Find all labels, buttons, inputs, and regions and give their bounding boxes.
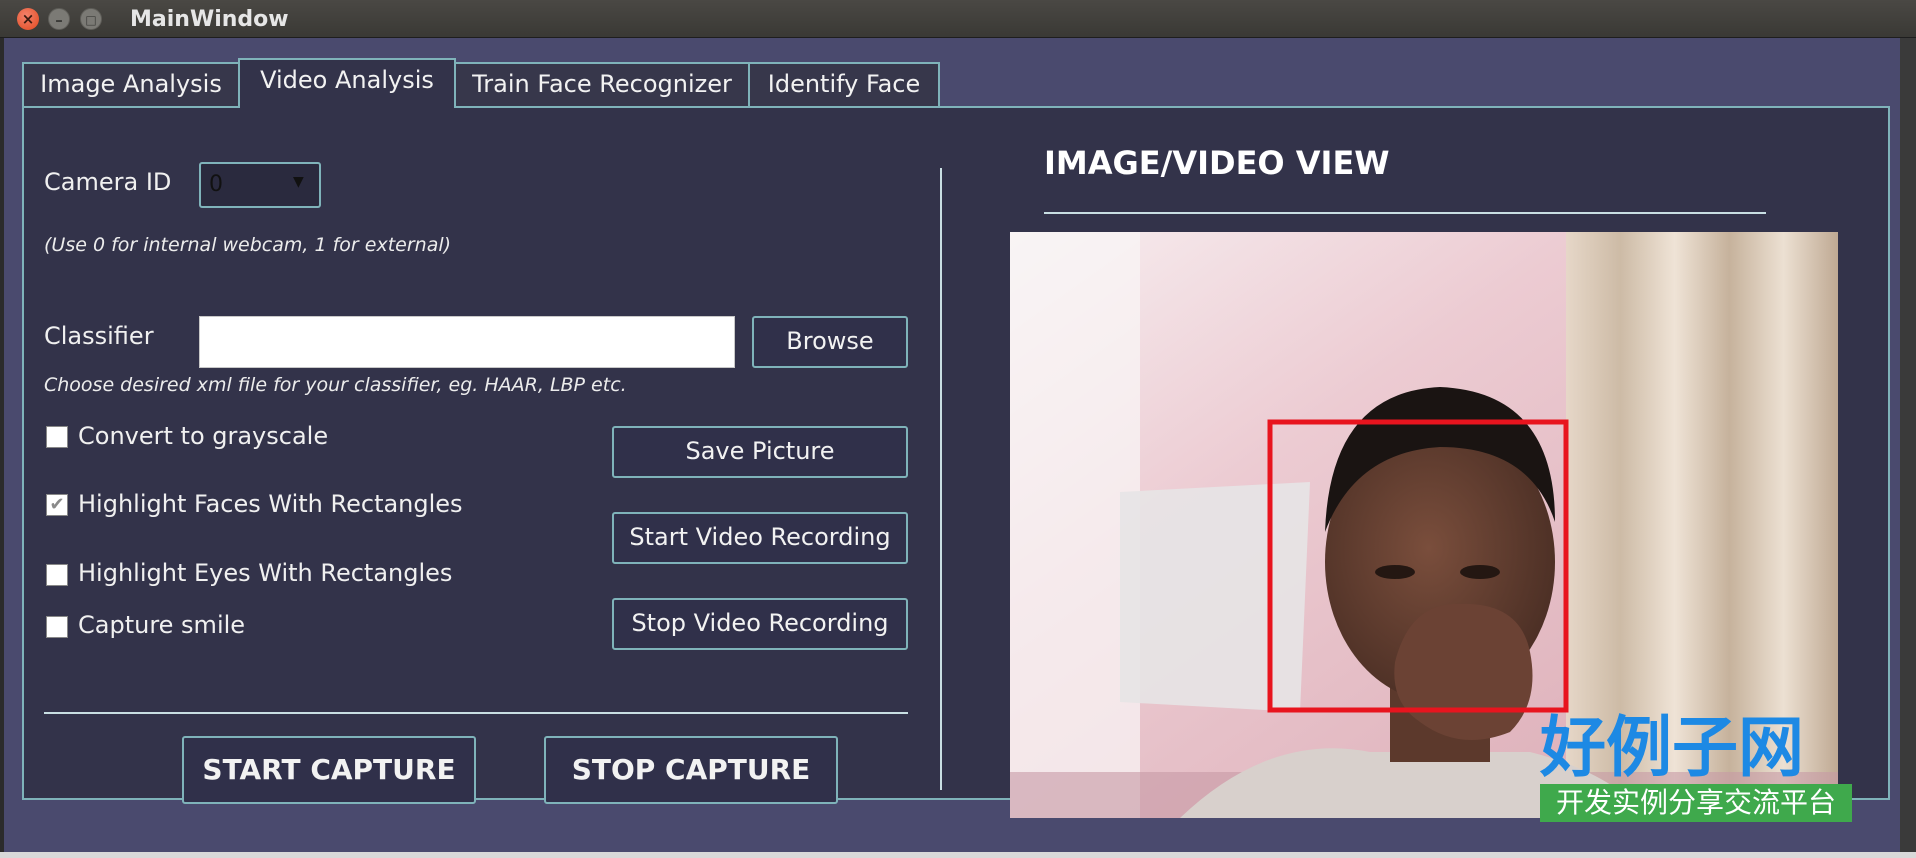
- title-bar: × – □ MainWindow: [0, 0, 1916, 38]
- stop-capture-button[interactable]: STOP CAPTURE: [544, 736, 838, 804]
- watermark-brand: 好例子网: [1540, 708, 1804, 786]
- close-icon[interactable]: ×: [17, 8, 39, 30]
- save-picture-button[interactable]: Save Picture: [612, 426, 908, 478]
- video-analysis-panel: Camera ID 0 ▼ (Use 0 for internal webcam…: [22, 106, 1890, 818]
- classifier-hint: Choose desired xml file for your classif…: [44, 374, 627, 396]
- start-capture-button[interactable]: START CAPTURE: [182, 736, 476, 804]
- stop-video-recording-button[interactable]: Stop Video Recording: [612, 598, 908, 650]
- tab-image-analysis[interactable]: Image Analysis: [22, 62, 240, 106]
- column-divider: [940, 168, 942, 790]
- section-divider: [44, 712, 908, 714]
- highlight-faces-checkbox[interactable]: ✔: [46, 494, 68, 516]
- camera-id-select[interactable]: 0 ▼: [199, 162, 321, 208]
- chevron-down-icon: ▼: [293, 174, 304, 190]
- view-title: IMAGE/VIDEO VIEW: [1044, 144, 1390, 182]
- maximize-icon[interactable]: □: [80, 8, 102, 30]
- watermark-tagline: 开发实例分享交流平台: [1540, 784, 1852, 822]
- camera-id-value: 0: [209, 172, 223, 197]
- window-edge: [1900, 38, 1916, 852]
- view-title-underline: [1044, 212, 1766, 214]
- highlight-eyes-label: Highlight Eyes With Rectangles: [78, 559, 453, 587]
- grayscale-checkbox[interactable]: [46, 426, 68, 448]
- classifier-path-input[interactable]: [199, 316, 735, 368]
- window-title: MainWindow: [130, 7, 289, 32]
- window-frame-bottom: [0, 852, 1916, 858]
- highlight-faces-label: Highlight Faces With Rectangles: [78, 490, 463, 518]
- start-video-recording-button[interactable]: Start Video Recording: [612, 512, 908, 564]
- highlight-eyes-checkbox[interactable]: [46, 564, 68, 586]
- grayscale-label: Convert to grayscale: [78, 422, 329, 450]
- camera-id-hint: (Use 0 for internal webcam, 1 for extern…: [44, 234, 452, 256]
- minimize-icon[interactable]: –: [48, 8, 70, 30]
- checkmark-icon: ✔: [49, 494, 65, 515]
- watermark-logo: 好例子网 开发实例分享交流平台: [1540, 712, 1852, 822]
- tab-train-face-recognizer[interactable]: Train Face Recognizer: [454, 62, 750, 106]
- capture-smile-checkbox[interactable]: [46, 616, 68, 638]
- browse-button[interactable]: Browse: [752, 316, 908, 368]
- classifier-label: Classifier: [44, 322, 154, 350]
- capture-smile-label: Capture smile: [78, 611, 246, 639]
- tab-video-analysis[interactable]: Video Analysis: [238, 58, 456, 108]
- tab-identify-face[interactable]: Identify Face: [748, 62, 940, 106]
- camera-id-label: Camera ID: [44, 168, 172, 196]
